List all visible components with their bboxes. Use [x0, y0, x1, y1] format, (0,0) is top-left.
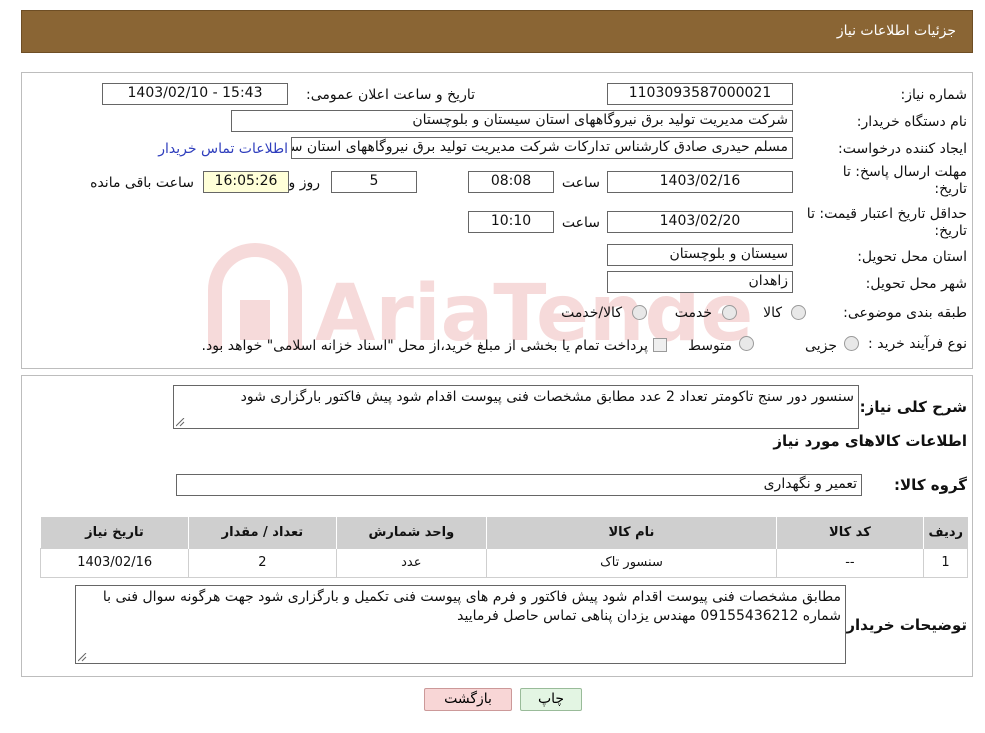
- category-service-label: خدمت: [674, 305, 712, 321]
- need-number-label: شماره نیاز:: [900, 87, 968, 103]
- print-button[interactable]: چاپ: [520, 688, 582, 711]
- col-header-code: کد کالا: [775, 517, 924, 548]
- resize-grip-icon[interactable]: [78, 653, 87, 662]
- process-medium-radio[interactable]: [739, 336, 754, 351]
- items-title: اطلاعات کالاهای مورد نیاز: [773, 432, 967, 450]
- announce-label: تاریخ و ساعت اعلان عمومی:: [306, 87, 475, 103]
- col-header-row-number: ردیف: [922, 517, 968, 548]
- cell-code: --: [775, 547, 924, 578]
- province-label: استان محل تحویل:: [857, 249, 967, 265]
- buyer-notes-label: توضیحات خریدار:: [840, 616, 967, 634]
- cell-unit: عدد: [335, 547, 488, 578]
- payment-note: پرداخت تمام یا بخشی از مبلغ خرید،از محل …: [201, 338, 648, 354]
- buyer-org-field: شرکت مدیریت تولید برق نیروگاههای استان س…: [231, 110, 793, 132]
- category-goods-service-label: کالا/خدمت: [561, 305, 622, 321]
- process-partial-label: جزیی: [805, 338, 837, 354]
- summary-textarea[interactable]: سنسور دور سنج تاکومتر تعداد 2 عدد مطابق …: [173, 385, 859, 429]
- cell-row-number: 1: [922, 547, 969, 578]
- deadline-time-field: 08:08: [468, 171, 554, 193]
- table-row: 1 -- سنسور تاک عدد 2 1403/02/16: [39, 547, 969, 578]
- validity-time-label: ساعت: [561, 215, 600, 231]
- category-service-radio[interactable]: [722, 305, 737, 320]
- deadline-time-label: ساعت: [561, 175, 600, 191]
- city-field: زاهدان: [607, 271, 793, 293]
- validity-label: حداقل تاریخ اعتبار قیمت: تا تاریخ:: [806, 206, 967, 239]
- page-header: جزئیات اطلاعات نیاز: [21, 10, 973, 53]
- resize-grip-icon[interactable]: [176, 418, 185, 427]
- validity-time-field: 10:10: [468, 211, 554, 233]
- deadline-date-field: 1403/02/16: [607, 171, 793, 193]
- col-header-name: نام کالا: [486, 517, 777, 548]
- cell-date: 1403/02/16: [39, 547, 190, 578]
- creator-field: مسلم حیدری صادق کارشناس تدارکات شرکت مدی…: [291, 137, 793, 159]
- buyer-org-label: نام دستگاه خریدار:: [856, 114, 967, 130]
- table-header-row: ردیف کد کالا نام کالا واحد شمارش تعداد /…: [40, 517, 968, 548]
- back-button[interactable]: بازگشت: [424, 688, 512, 711]
- remaining-time-field: 16:05:26: [203, 171, 289, 193]
- process-partial-radio[interactable]: [844, 336, 859, 351]
- col-header-quantity: تعداد / مقدار: [188, 517, 336, 548]
- items-table: ردیف کد کالا نام کالا واحد شمارش تعداد /…: [39, 517, 969, 578]
- remaining-label: ساعت باقی مانده: [90, 175, 194, 191]
- page-title: جزئیات اطلاعات نیاز: [836, 23, 956, 39]
- cell-name: سنسور تاک: [486, 547, 777, 578]
- cell-quantity: 2: [188, 547, 337, 578]
- deadline-label: مهلت ارسال پاسخ: تا تاریخ:: [842, 164, 967, 197]
- buyer-contact-link[interactable]: اطلاعات تماس خریدار: [158, 141, 288, 158]
- process-medium-label: متوسط: [688, 338, 732, 354]
- announce-field: 1403/02/10 - 15:43: [102, 83, 288, 105]
- process-label: نوع فرآیند خرید :: [868, 336, 967, 352]
- city-label: شهر محل تحویل:: [865, 276, 967, 292]
- days-label: روز و: [288, 175, 321, 191]
- summary-text: سنسور دور سنج تاکومتر تعداد 2 عدد مطابق …: [240, 389, 854, 405]
- province-field: سیستان و بلوچستان: [607, 244, 793, 266]
- category-goods-radio[interactable]: [791, 305, 806, 320]
- category-label: طبقه بندی موضوعی:: [843, 305, 967, 321]
- buyer-notes-text: مطابق مشخصات فنی پیوست اقدام شود پیش فاک…: [102, 589, 841, 624]
- days-field: 5: [331, 171, 417, 193]
- group-field: تعمیر و نگهداری: [176, 474, 862, 496]
- buyer-notes-textarea[interactable]: مطابق مشخصات فنی پیوست اقدام شود پیش فاک…: [75, 585, 846, 664]
- summary-label: شرح کلی نیاز:: [859, 398, 967, 416]
- col-header-unit: واحد شمارش: [335, 517, 487, 548]
- validity-date-field: 1403/02/20: [607, 211, 793, 233]
- category-goods-label: کالا: [763, 305, 782, 321]
- col-header-date: تاریخ نیاز: [40, 517, 189, 548]
- creator-label: ایجاد کننده درخواست:: [838, 141, 967, 157]
- category-goods-service-radio[interactable]: [632, 305, 647, 320]
- treasury-checkbox[interactable]: [653, 338, 667, 352]
- need-number-field: 1103093587000021: [607, 83, 793, 105]
- group-label: گروه کالا:: [894, 476, 967, 494]
